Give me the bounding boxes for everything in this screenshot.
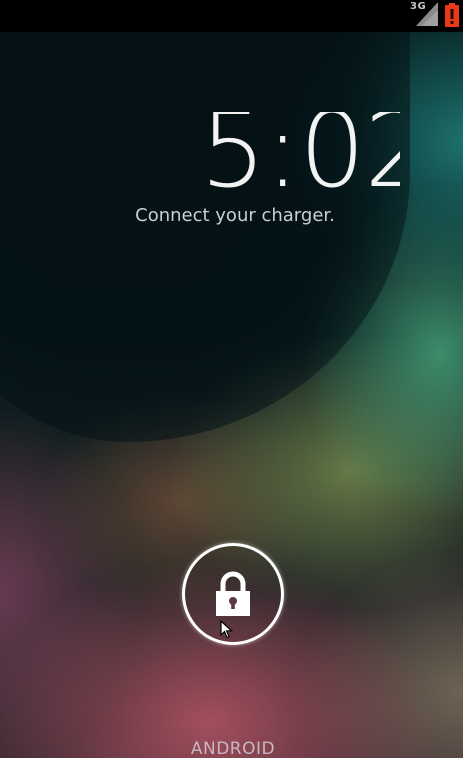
clock-time: 5:02 — [200, 112, 400, 192]
mouse-cursor-icon — [220, 620, 234, 639]
battery-alert-icon — [445, 3, 459, 27]
clock: 5:02 — [190, 112, 400, 192]
status-bar: 3G — [0, 0, 463, 32]
lock-screen: 3G 5:02 Connect your charger. ANDROID — [0, 0, 463, 758]
signal-bars-icon — [416, 2, 438, 26]
lock-icon — [216, 571, 250, 616]
charging-message: Connect your charger. — [135, 205, 335, 226]
carrier-label: ANDROID — [190, 739, 276, 758]
